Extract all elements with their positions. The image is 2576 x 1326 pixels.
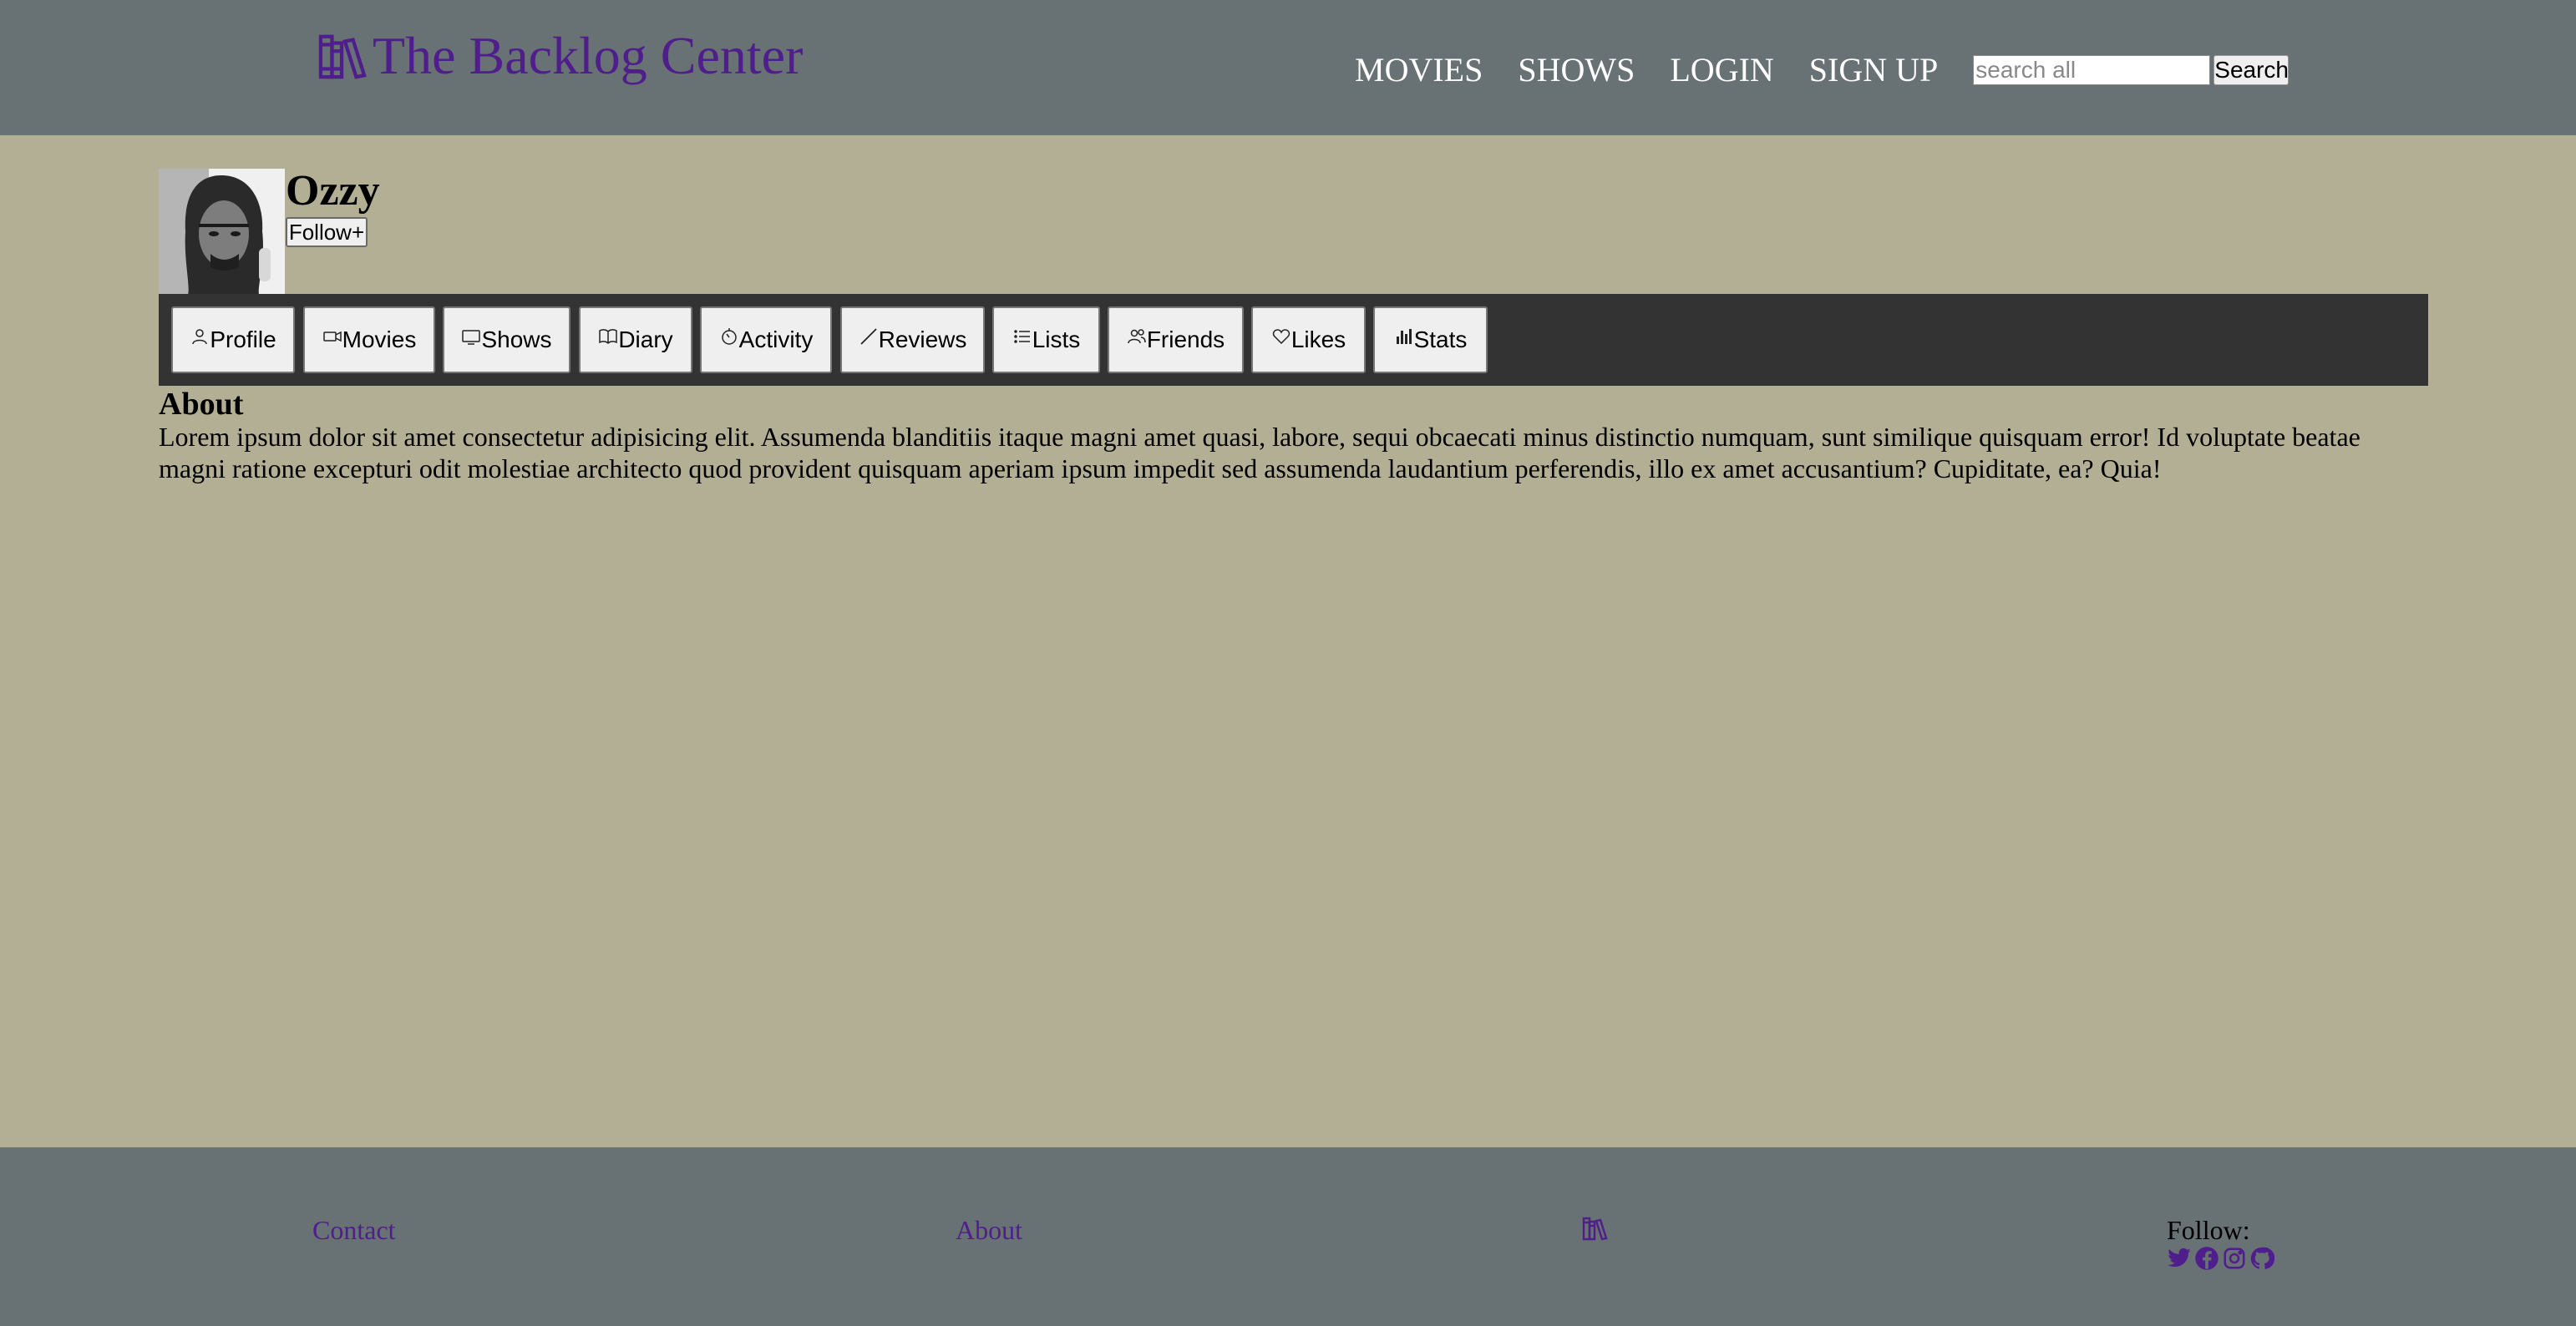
- heart-icon: [1272, 329, 1290, 345]
- tab-likes[interactable]: Likes: [1251, 306, 1366, 373]
- tab-label: Stats: [1413, 326, 1468, 352]
- tab-activity[interactable]: Activity: [700, 306, 832, 373]
- footer-about-link[interactable]: About: [956, 1214, 1022, 1246]
- list-icon: [1013, 330, 1030, 343]
- about-text: Lorem ipsum dolor sit amet consectetur a…: [159, 422, 2360, 483]
- about-heading: About: [159, 387, 244, 422]
- nav-login-link[interactable]: LOGIN: [1670, 47, 1773, 94]
- search-button[interactable]: Search: [2213, 55, 2289, 85]
- tab-label: Profile: [210, 326, 276, 352]
- footer-contact-link[interactable]: Contact: [312, 1214, 396, 1246]
- tab-label: Friends: [1146, 326, 1225, 352]
- search-input[interactable]: [1973, 55, 2211, 85]
- tab-shows[interactable]: Shows: [443, 306, 570, 373]
- tv-icon: [462, 330, 481, 345]
- open-book-icon: [599, 329, 618, 345]
- tab-label: Lists: [1032, 326, 1081, 352]
- video-camera-icon: [322, 331, 342, 342]
- follow-button[interactable]: Follow+: [286, 217, 368, 247]
- books-icon[interactable]: [1582, 1216, 1609, 1241]
- users-icon: [1128, 329, 1146, 344]
- nav-movies-link[interactable]: MOVIES: [1355, 47, 1483, 94]
- tab-friends[interactable]: Friends: [1108, 306, 1244, 373]
- github-icon[interactable]: [2249, 1246, 2274, 1271]
- follow-label: Follow:: [2167, 1215, 2250, 1245]
- profile-username: Ozzy: [286, 167, 380, 215]
- tab-label: Likes: [1291, 326, 1346, 352]
- main-nav: MOVIES SHOWS LOGIN SIGN UP Search: [1355, 47, 2289, 94]
- avatar: [159, 169, 285, 295]
- tab-movies[interactable]: Movies: [303, 306, 435, 373]
- tab-label: Movies: [342, 326, 417, 352]
- pen-line-icon: [860, 328, 877, 345]
- tab-stats[interactable]: Stats: [1373, 306, 1488, 373]
- books-icon: [318, 34, 367, 79]
- tab-profile[interactable]: Profile: [171, 306, 295, 373]
- tab-label: Reviews: [878, 326, 967, 352]
- facebook-icon[interactable]: [2194, 1246, 2219, 1271]
- tab-diary[interactable]: Diary: [579, 306, 692, 373]
- instagram-icon[interactable]: [2222, 1246, 2247, 1271]
- tab-label: Activity: [738, 326, 814, 352]
- site-header: The Backlog Center MOVIES SHOWS LOGIN SI…: [0, 0, 2576, 135]
- brand-title: The Backlog Center: [373, 26, 804, 85]
- nav-signup-link[interactable]: SIGN UP: [1809, 47, 1938, 94]
- tab-label: Diary: [618, 326, 673, 352]
- twitter-icon[interactable]: [2167, 1246, 2192, 1271]
- timer-icon: [721, 328, 737, 345]
- user-icon: [192, 329, 208, 345]
- tab-label: Shows: [481, 326, 552, 352]
- tab-lists[interactable]: Lists: [992, 306, 1100, 373]
- tab-reviews[interactable]: Reviews: [840, 306, 985, 373]
- bar-chart-icon: [1396, 329, 1412, 344]
- nav-shows-link[interactable]: SHOWS: [1518, 47, 1635, 94]
- brand-logo-link[interactable]: The Backlog Center: [317, 27, 803, 85]
- profile-tabbar: Profile Movies Shows Diary Activity Revi…: [159, 294, 2428, 386]
